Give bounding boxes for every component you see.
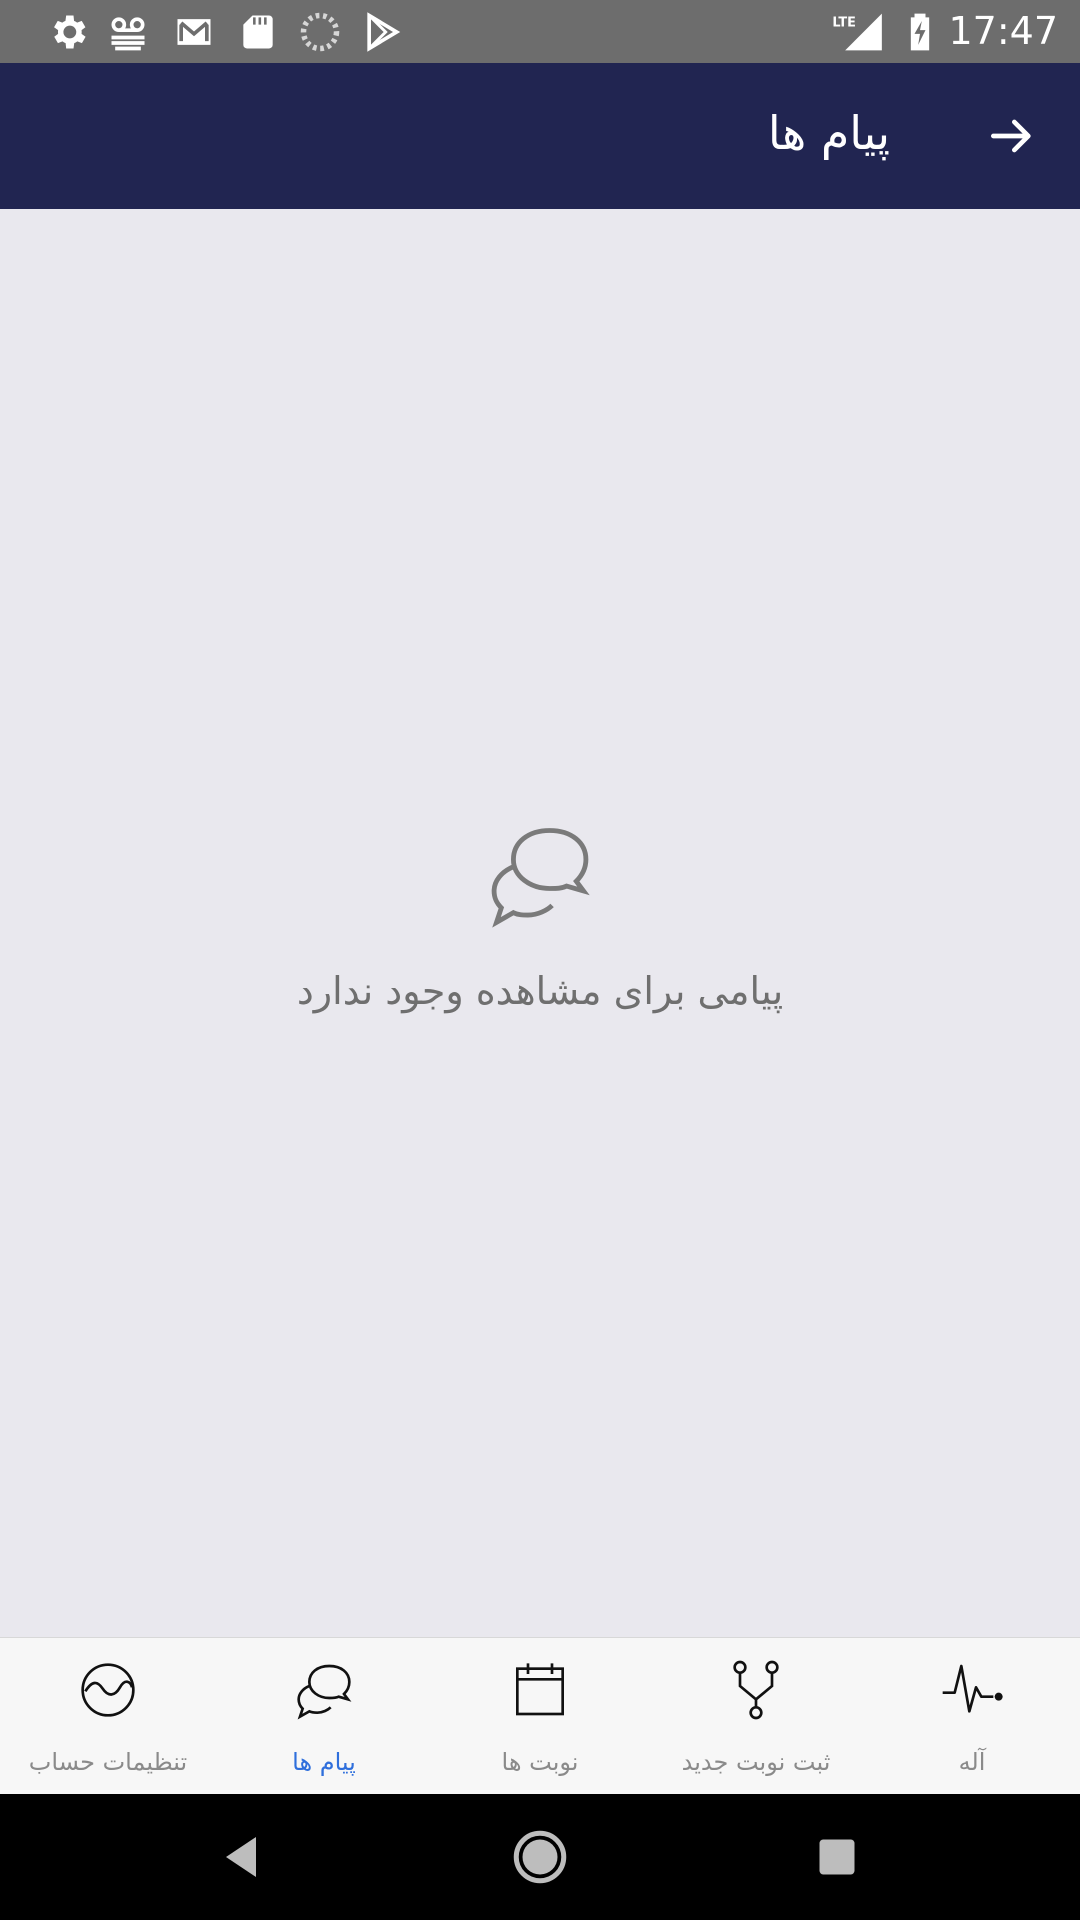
nav-label: آله [958, 1748, 986, 1776]
play-store-icon [360, 10, 404, 54]
lte-signal-icon: LTE [830, 10, 886, 54]
settings-icon [46, 10, 90, 54]
nav-item-appointments[interactable]: نوبت ها [432, 1638, 648, 1795]
chat-bubbles-icon [292, 1658, 356, 1722]
status-time: 17:47 [948, 9, 1058, 53]
back-button[interactable] [984, 108, 1040, 164]
nav-label: نوبت ها [501, 1748, 579, 1776]
nav-label: پیام ها [292, 1748, 356, 1776]
pulse-icon [940, 1658, 1004, 1722]
nav-item-ale[interactable]: آله [864, 1638, 1080, 1795]
nav-item-new-appointment[interactable]: ثبت نوبت جدید [648, 1638, 864, 1795]
arrow-right-icon [991, 119, 1031, 153]
nav-item-account-settings[interactable]: تنظیمات حساب [0, 1638, 216, 1795]
nav-label: ثبت نوبت جدید [681, 1748, 831, 1776]
chat-bubbles-icon [482, 816, 598, 932]
network-label: LTE [832, 16, 856, 31]
bottom-nav: تنظیمات حساب پیام ها نوبت ها ثبت نوبت جد… [0, 1637, 1080, 1794]
nav-label: تنظیمات حساب [28, 1748, 188, 1776]
back-triangle-icon[interactable] [211, 1827, 271, 1887]
gmail-icon [172, 10, 216, 54]
branch-icon [724, 1658, 788, 1722]
loading-icon [298, 10, 342, 54]
app-bar: پیام ها [0, 63, 1080, 209]
home-circle-icon[interactable] [510, 1827, 570, 1887]
nav-item-messages[interactable]: پیام ها [216, 1638, 432, 1795]
status-bar: LTE 17:47 [0, 0, 1080, 63]
sd-card-icon [236, 10, 280, 54]
page-title: پیام ها [767, 106, 890, 160]
battery-charging-icon [898, 10, 942, 54]
calendar-icon [508, 1658, 572, 1722]
voicemail-icon [106, 10, 150, 54]
system-nav-bar [0, 1794, 1080, 1920]
recents-square-icon[interactable] [807, 1827, 867, 1887]
empty-message: پیامی برای مشاهده وجود ندارد [296, 969, 784, 1013]
messages-content: پیامی برای مشاهده وجود ندارد [0, 209, 1080, 1637]
wave-circle-icon [76, 1658, 140, 1722]
